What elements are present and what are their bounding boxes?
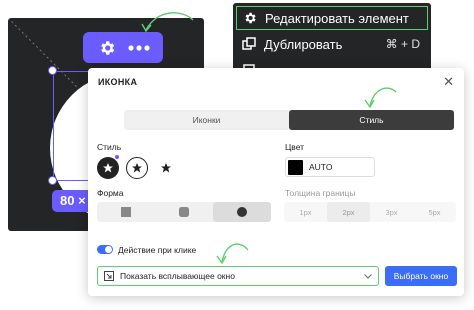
context-menu-label: Редактировать элемент xyxy=(265,10,409,26)
color-swatch xyxy=(288,159,303,175)
resize-handle-bottom-left[interactable] xyxy=(48,176,57,185)
shape-options xyxy=(97,202,271,222)
style-option-filled[interactable] xyxy=(97,157,119,179)
color-label: Цвет xyxy=(285,142,305,152)
border-option-5px[interactable]: 5px xyxy=(413,202,456,222)
resize-handle-top-left[interactable] xyxy=(48,66,57,75)
click-action-label: Действие при клике xyxy=(118,245,197,255)
shape-option-rounded[interactable] xyxy=(155,202,213,222)
duplicate-icon xyxy=(242,37,256,50)
context-menu-label: Дублировать xyxy=(264,36,343,52)
star-icon xyxy=(103,163,113,173)
context-menu-item-duplicate[interactable]: Дублировать ⌘ + D xyxy=(236,32,428,56)
click-action-toggle[interactable] xyxy=(97,245,113,254)
rounded-square-icon xyxy=(179,207,189,217)
border-option-2px[interactable]: 2px xyxy=(327,202,370,222)
close-icon[interactable]: ✕ xyxy=(443,75,454,88)
pointer-arrow-icon xyxy=(364,87,397,109)
border-option-3px[interactable]: 3px xyxy=(370,202,413,222)
star-icon xyxy=(161,163,171,173)
style-option-plain[interactable] xyxy=(155,157,177,179)
style-option-outline[interactable] xyxy=(126,157,148,179)
circle-icon xyxy=(237,207,247,217)
shape-option-square[interactable] xyxy=(97,202,155,222)
pointer-arrow-icon xyxy=(216,243,249,265)
context-menu-item-edit[interactable]: Редактировать элемент xyxy=(236,6,428,30)
gear-icon xyxy=(245,12,256,24)
choose-window-button[interactable]: Выбрать окно xyxy=(385,266,457,286)
square-icon xyxy=(121,207,131,217)
star-icon xyxy=(132,163,142,173)
tab-icons[interactable]: Иконки xyxy=(124,110,289,130)
shape-label: Форма xyxy=(97,188,124,198)
panel-tabs: Иконки Стиль xyxy=(124,110,454,130)
style-options xyxy=(97,157,177,179)
stage: 80 × Редактировать элемент Дублировать ⌘… xyxy=(0,0,474,310)
color-picker[interactable]: AUTO xyxy=(285,157,375,177)
context-menu-shortcut: ⌘ + D xyxy=(385,37,420,51)
selected-indicator xyxy=(115,155,119,159)
panel-title: ИКОНКА xyxy=(98,77,138,87)
popup-icon xyxy=(104,271,114,281)
style-label: Стиль xyxy=(97,142,122,152)
tab-style[interactable]: Стиль xyxy=(289,110,454,130)
gear-icon[interactable] xyxy=(96,37,118,59)
action-select-value: Показать всплывающее окно xyxy=(120,271,235,281)
context-menu: Редактировать элемент Дублировать ⌘ + D xyxy=(233,3,431,73)
more-icon[interactable] xyxy=(128,37,150,59)
icon-settings-panel: ИКОНКА ✕ Иконки Стиль Стиль Цвет AUTO Фо… xyxy=(88,68,464,296)
color-value: AUTO xyxy=(309,162,333,172)
shape-option-circle[interactable] xyxy=(213,202,271,222)
border-width-options: 1px 2px 3px 5px xyxy=(284,202,456,222)
border-option-1px[interactable]: 1px xyxy=(284,202,327,222)
action-select[interactable]: Показать всплывающее окно xyxy=(97,266,379,286)
border-width-label: Толщина границы xyxy=(285,188,356,198)
pointer-arrow-icon xyxy=(141,12,194,33)
chevron-down-icon xyxy=(364,273,372,279)
